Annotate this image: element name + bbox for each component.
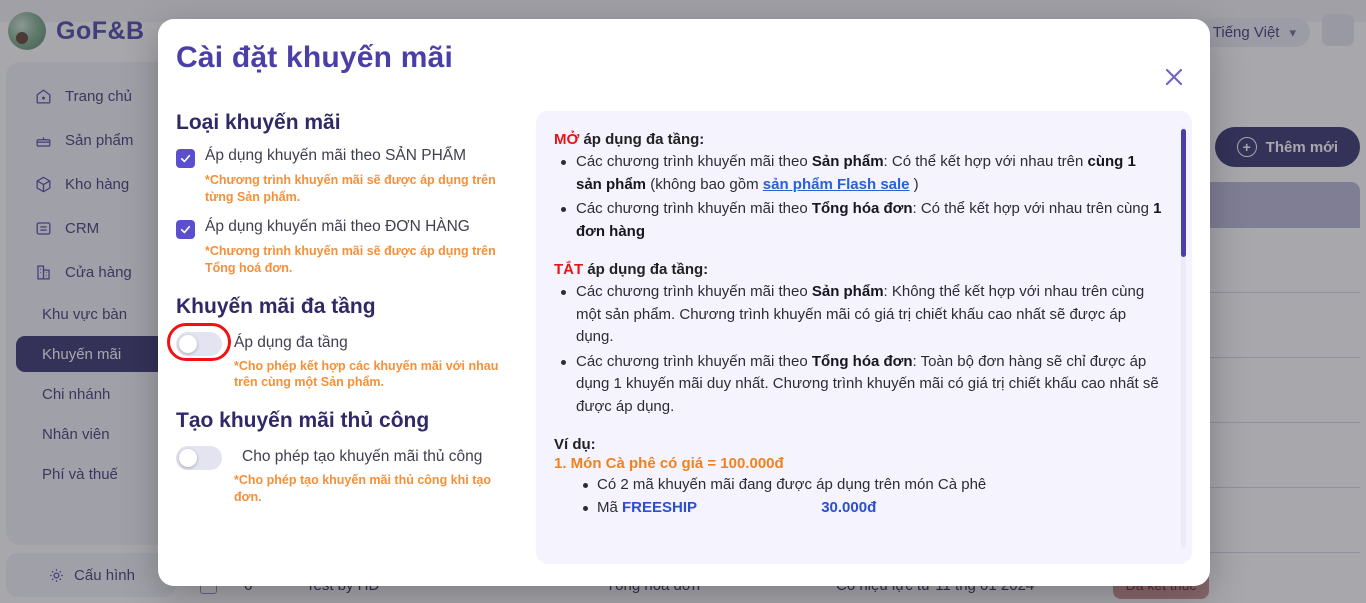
info-bullet: Các chương trình khuyến mãi theo Tổng hó… (558, 351, 1162, 419)
info-bullet: Các chương trình khuyến mãi theo Sản phẩ… (558, 151, 1162, 196)
info-panel: MỞ áp dụng đa tầng: Các chương trình khu… (536, 111, 1192, 564)
settings-column: Loại khuyến mãi Áp dụng khuyến mãi theo … (167, 93, 516, 586)
info-heading-on-keyword: MỞ (554, 131, 580, 148)
option-apply-by-order[interactable]: Áp dụng khuyến mãi theo ĐƠN HÀNG (176, 217, 516, 239)
info-panel-scrollbar-track[interactable] (1181, 127, 1186, 548)
close-icon[interactable] (1160, 63, 1188, 91)
screen: GoF&B DQNHATRA Tiếng Việt ▾ Trang chủ (0, 0, 1366, 603)
manual-promo-toggle-label: Cho phép tạo khuyến mãi thủ công (242, 448, 483, 466)
info-list-off: Các chương trình khuyến mãi theo Sản phẩ… (558, 281, 1162, 418)
bullet-bold: Sản phẩm (811, 283, 884, 300)
multi-tier-note: *Cho phép kết hợp các khuyến mãi với nha… (234, 358, 499, 390)
info-heading-off-keyword: TẮT (554, 261, 584, 278)
info-heading-off: TẮT áp dụng đa tầng: (554, 261, 1162, 278)
bullet-text: : Có thể kết hợp với nhau trên cùng (912, 200, 1154, 217)
bullet-bold: Tổng hóa đơn (811, 200, 913, 217)
example-sub-bullet: Có 2 mã khuyến mãi đang được áp dụng trê… (580, 474, 1162, 497)
info-heading-off-rest: áp dụng đa tầng: (583, 261, 709, 278)
multi-tier-toggle[interactable] (176, 331, 222, 356)
info-list-on: Các chương trình khuyến mãi theo Sản phẩ… (558, 151, 1162, 243)
option-label: Áp dụng khuyến mãi theo ĐƠN HÀNG (205, 217, 470, 235)
multi-tier-toggle-label: Áp dụng đa tầng (234, 333, 348, 351)
flash-sale-link[interactable]: sản phẩm Flash sale (763, 176, 910, 193)
example-sublist: Có 2 mã khuyến mãi đang được áp dụng trê… (580, 474, 1162, 519)
section-heading-promo-type: Loại khuyến mãi (176, 111, 341, 134)
bullet-text: Mã (597, 498, 623, 516)
option-note: *Chương trình khuyến mãi sẽ được áp dụng… (205, 173, 496, 204)
promotion-settings-modal: Cài đặt khuyến mãi Loại khuyến mãi Áp dụ… (158, 19, 1210, 586)
modal-title: Cài đặt khuyến mãi (176, 41, 454, 74)
bullet-text: Các chương trình khuyến mãi theo (576, 283, 812, 300)
multi-tier-toggle-row: Áp dụng đa tầng (167, 322, 516, 361)
checkbox-checked-icon[interactable] (176, 219, 195, 239)
example-item-1: 1. Món Cà phê có giá = 100.000đ (554, 455, 784, 472)
bullet-text: (không bao gồm (646, 175, 763, 193)
example-heading: Ví dụ: (554, 436, 596, 453)
manual-promo-toggle-row: Cho phép tạo khuyến mãi thủ công (176, 444, 516, 471)
checkbox-checked-icon[interactable] (176, 149, 195, 168)
modal-body: Loại khuyến mãi Áp dụng khuyến mãi theo … (167, 93, 1192, 586)
info-bullet: Các chương trình khuyến mãi theo Sản phẩ… (558, 281, 1162, 349)
bullet-text: : Có thể kết hợp với nhau trên (883, 153, 1088, 170)
option-note: *Chương trình khuyến mãi sẽ được áp dụng… (205, 243, 496, 275)
promo-code: FREESHIP (622, 498, 698, 516)
bullet-bold: Tổng hóa đơn (811, 352, 913, 370)
option-apply-by-product[interactable]: Áp dụng khuyến mãi theo SẢN PHẨM (176, 146, 516, 168)
manual-promo-note: *Cho phép tạo khuyến mãi thủ công khi tạ… (234, 473, 491, 505)
bullet-text: Các chương trình khuyến mãi theo (576, 200, 812, 217)
bullet-text: Các chương trình khuyến mãi theo (576, 153, 812, 170)
info-bullet: Các chương trình khuyến mãi theo Tổng hó… (558, 198, 1162, 243)
example-sub-bullet: Mã FREESHIP 30.000đ (580, 497, 1162, 520)
section-heading-manual-promo: Tạo khuyến mãi thủ công (176, 409, 430, 433)
info-heading-on: MỞ áp dụng đa tầng: (554, 131, 1162, 148)
bullet-text: ) (909, 175, 919, 193)
promo-value: 30.000đ (821, 498, 877, 516)
info-panel-scrollbar-thumb[interactable] (1181, 129, 1186, 257)
bullet-bold: Sản phẩm (811, 153, 884, 170)
info-heading-on-rest: áp dụng đa tầng: (579, 131, 705, 148)
manual-promo-toggle[interactable] (176, 446, 222, 471)
section-heading-multi-tier: Khuyến mãi đa tầng (176, 294, 376, 318)
option-label: Áp dụng khuyến mãi theo SẢN PHẨM (205, 147, 467, 164)
bullet-text: Các chương trình khuyến mãi theo (576, 352, 812, 370)
